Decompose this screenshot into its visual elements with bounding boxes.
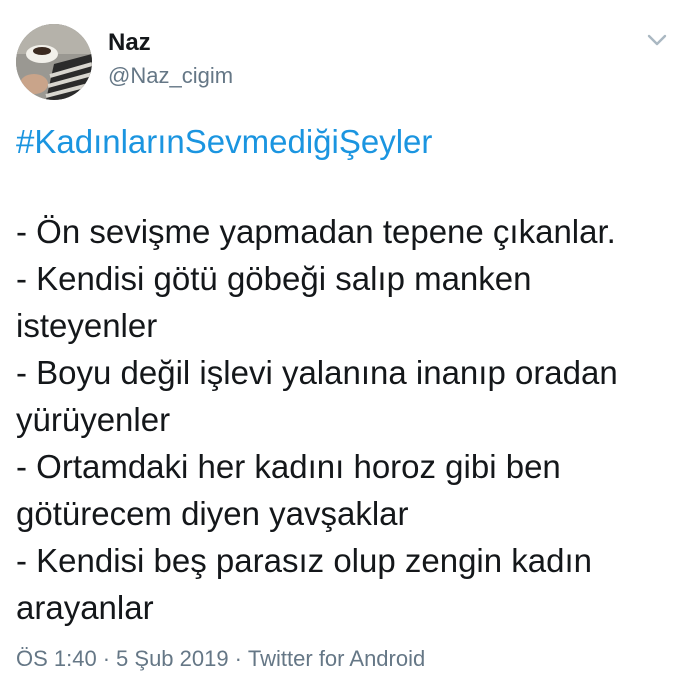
tweet-text: - Ön sevişme yapmadan tepene çıkanlar. -…	[16, 208, 676, 631]
meta-separator: ·	[234, 646, 242, 671]
tweet-line: yürüyenler	[16, 401, 171, 438]
tweet-line: - Kendisi götü göbeği salıp manken	[16, 260, 532, 297]
avatar-image	[16, 24, 92, 100]
tweet-line: - Kendisi beş parasız olup zengin kadın	[16, 542, 593, 579]
tweet-source[interactable]: Twitter for Android	[248, 646, 425, 671]
tweet-time[interactable]: ÖS 1:40	[16, 646, 97, 671]
hashtag-link[interactable]: #KadınlarınSevmediğiŞeyler	[16, 120, 432, 164]
tweet-metadata: ÖS 1:40 · 5 Şub 2019 · Twitter for Android	[16, 644, 425, 674]
tweet-line: götürecem diyen yavşaklar	[16, 495, 409, 532]
tweet-line: arayanlar	[16, 589, 154, 626]
tweet-line: - Boyu değil işlevi yalanına inanıp orad…	[16, 354, 618, 391]
tweet: Naz @Naz_cigim #KadınlarınSevmediğiŞeyle…	[0, 0, 690, 690]
tweet-line: - Ön sevişme yapmadan tepene çıkanlar.	[16, 213, 616, 250]
tweet-line: isteyenler	[16, 307, 158, 344]
tweet-date[interactable]: 5 Şub 2019	[116, 646, 229, 671]
avatar[interactable]	[16, 24, 92, 100]
meta-separator: ·	[102, 646, 111, 671]
chevron-down-icon[interactable]	[646, 32, 668, 48]
display-name[interactable]: Naz	[108, 28, 151, 58]
tweet-line: - Ortamdaki her kadını horoz gibi ben	[16, 448, 561, 485]
user-handle[interactable]: @Naz_cigim	[108, 62, 233, 90]
